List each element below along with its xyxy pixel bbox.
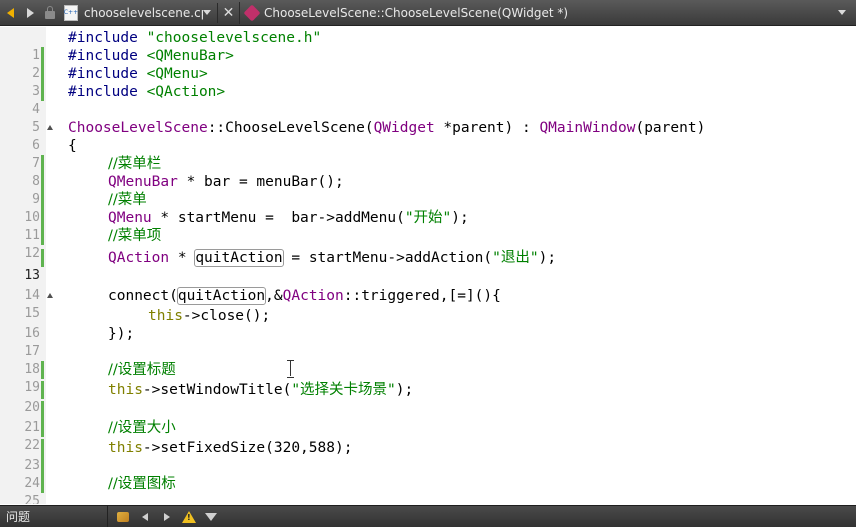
previous-issue-button[interactable] [134, 506, 156, 527]
clear-issues-button[interactable] [112, 506, 134, 527]
arrow-left-icon [6, 7, 14, 18]
text-cursor-icon [287, 360, 294, 378]
code-line: 2 #include <QMenuBar> [0, 47, 856, 81]
symbol-highlight: quitAction [176, 287, 267, 305]
code-line: 8 //菜单栏 [0, 155, 856, 189]
issues-panel-title[interactable]: 问题 [0, 505, 108, 527]
code-line: 9 QMenuBar * bar = menuBar(); [0, 173, 856, 207]
code-line: 14 [0, 269, 856, 303]
line-number: 25 [24, 494, 40, 504]
code-line: 3 #include <QMenu> [0, 65, 856, 99]
back-button[interactable] [0, 2, 20, 24]
filter-button[interactable] [200, 506, 222, 527]
change-marker [41, 47, 44, 65]
code-line: 22 //设置大小 [0, 419, 856, 453]
code-line: 18 [0, 343, 856, 377]
code-line-current: 13 QAction * quitAction = startMenu->add… [0, 249, 856, 283]
code-line: 4 #include <QAction> [0, 83, 856, 117]
warnings-toggle-button[interactable]: ! [178, 506, 200, 527]
file-name: chooselevelscene.cpp [84, 5, 203, 20]
output-panel-bar: 问题 ! [0, 505, 856, 527]
change-marker [41, 83, 44, 101]
code-line: 10 //菜单 [0, 191, 856, 225]
change-marker [41, 439, 44, 457]
fold-marker-icon[interactable] [47, 125, 53, 130]
arrow-left-icon [142, 512, 148, 521]
method-icon [243, 4, 261, 21]
forward-button[interactable] [20, 2, 40, 24]
symbol-highlight: quitAction [194, 249, 284, 267]
lock-button[interactable] [40, 2, 60, 24]
change-marker [41, 209, 44, 227]
fold-marker-icon[interactable] [47, 293, 53, 298]
code-line: 1 #include "chooselevelscene.h" [0, 29, 856, 63]
change-marker [41, 475, 44, 493]
change-marker [41, 65, 44, 83]
arrow-right-icon [164, 512, 170, 521]
code-line: 23 this->setFixedSize(320,588); [0, 439, 856, 473]
lock-icon [45, 5, 55, 19]
change-marker [41, 191, 44, 209]
change-marker [41, 419, 44, 437]
code-line: 12 //菜单项 [0, 227, 856, 261]
code-line: 11 QMenu * startMenu = bar->addMenu("开始"… [0, 209, 856, 243]
code-line: 24 [0, 457, 856, 491]
code-editor[interactable]: 1 #include "chooselevelscene.h" 2 #inclu… [0, 27, 856, 504]
arrow-right-icon [26, 7, 34, 18]
warning-icon: ! [182, 510, 196, 523]
change-marker [41, 457, 44, 475]
editor-toolbar: C++ chooselevelscene.cpp ✕ ChooseLevelSc… [0, 0, 856, 26]
code-line: 16 this->close(); [0, 307, 856, 341]
cpp-file-icon: C++ [64, 4, 78, 21]
symbol-name: ChooseLevelScene::ChooseLevelScene(QWidg… [264, 5, 569, 20]
symbol-combo[interactable]: ChooseLevelScene::ChooseLevelScene(QWidg… [240, 3, 856, 23]
change-marker [41, 173, 44, 191]
next-issue-button[interactable] [156, 506, 178, 527]
code-line: 21 [0, 401, 856, 435]
code-line: 7 { [0, 137, 856, 171]
chevron-down-icon [838, 10, 846, 15]
change-marker [41, 155, 44, 173]
code-line: 25 //设置图标 [0, 475, 856, 504]
change-marker [41, 401, 44, 419]
code-line: 17 }); [0, 325, 856, 359]
code-line: 6 ChooseLevelScene::ChooseLevelScene(QWi… [0, 119, 856, 153]
clean-icon [117, 511, 129, 522]
code-line: 5 [0, 101, 856, 135]
change-marker [41, 249, 44, 267]
filter-icon [205, 512, 217, 521]
code-line: 19 //设置标题 [0, 361, 856, 395]
code-line: 15 connect(quitAction,&QAction::triggere… [0, 287, 856, 321]
change-marker [41, 361, 44, 379]
change-marker [41, 227, 44, 245]
chevron-down-icon [203, 10, 211, 15]
open-documents-combo[interactable]: C++ chooselevelscene.cpp [60, 2, 218, 23]
change-marker [41, 381, 44, 399]
close-document-button[interactable]: ✕ [218, 1, 240, 24]
code-line: 20 this->setWindowTitle("选择关卡场景"); [0, 381, 856, 415]
